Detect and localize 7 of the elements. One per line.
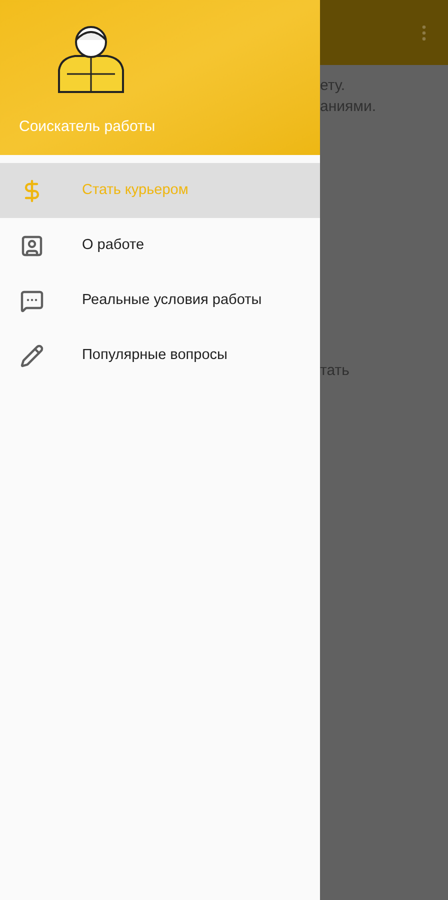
- menu-item[interactable]: Реальные условия работы: [0, 273, 320, 328]
- header-title: Соискатель работы: [19, 117, 156, 137]
- menu-item[interactable]: О работе: [0, 218, 320, 273]
- menu-item[interactable]: Популярные вопросы: [0, 328, 320, 383]
- pencil-icon: [20, 344, 44, 368]
- id-badge-icon: [20, 234, 44, 258]
- chat-bubble-icon: [20, 288, 44, 312]
